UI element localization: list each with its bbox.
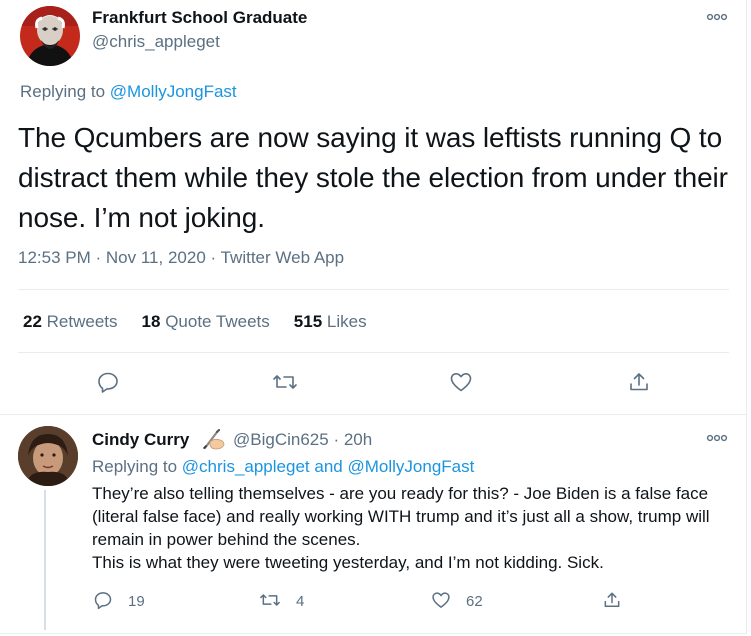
- author-name[interactable]: Frankfurt School Graduate: [92, 8, 307, 28]
- divider: [18, 289, 729, 290]
- tweet-date-link[interactable]: Nov 11, 2020: [106, 248, 206, 267]
- replying-to-prefix: Replying to: [20, 82, 106, 101]
- like-icon: [449, 370, 473, 394]
- more-icon: [706, 434, 728, 442]
- reply-button[interactable]: [95, 369, 121, 395]
- writing-hand-emoji: [202, 428, 226, 455]
- retweet-count: 4: [296, 593, 305, 610]
- reply-meta-separator: ·: [333, 430, 340, 449]
- author-handle[interactable]: @chris_appleget: [92, 32, 220, 52]
- quote-tweets-stat[interactable]: 18 Quote Tweets: [142, 312, 270, 332]
- like-button[interactable]: [448, 369, 474, 395]
- tweet-stats: 22 Retweets 18 Quote Tweets 515 Likes: [23, 312, 367, 332]
- meta-separator: ·: [210, 248, 217, 267]
- reply-author-name[interactable]: Cindy Curry: [92, 430, 189, 450]
- share-icon: [627, 370, 651, 394]
- thread-line: [44, 490, 46, 630]
- reply-retweet-button[interactable]: [258, 589, 282, 611]
- reply-replying-to: Replying to @chris_appleget and @MollyJo…: [92, 457, 474, 477]
- tweet-time-link[interactable]: 12:53 PM: [18, 248, 91, 267]
- retweets-stat[interactable]: 22 Retweets: [23, 312, 118, 332]
- author-avatar[interactable]: [20, 6, 80, 66]
- reply-icon: [93, 590, 113, 610]
- likes-stat[interactable]: 515 Likes: [294, 312, 367, 332]
- reply-like-button[interactable]: [430, 589, 452, 611]
- replying-to-handle-link[interactable]: @MollyJongFast: [110, 82, 237, 101]
- reply-author-avatar[interactable]: [18, 426, 78, 486]
- reply-count: 19: [128, 593, 145, 610]
- reply-share-button[interactable]: [601, 589, 623, 611]
- retweet-icon: [259, 590, 281, 610]
- reply-time-link[interactable]: 20h: [344, 430, 372, 449]
- reply-author-handle: @BigCin625 · 20h: [233, 430, 372, 450]
- reply-icon: [96, 370, 120, 394]
- replying-to-and: and: [314, 457, 343, 476]
- divider: [18, 352, 729, 353]
- tweet-source-link[interactable]: Twitter Web App: [221, 248, 344, 267]
- more-icon: [706, 13, 728, 21]
- tweet-meta: 12:53 PM · Nov 11, 2020 · Twitter Web Ap…: [18, 248, 344, 268]
- replying-to-prefix: Replying to: [92, 457, 178, 476]
- share-icon: [602, 590, 622, 610]
- meta-separator: ·: [95, 248, 102, 267]
- replying-to: Replying to @MollyJongFast: [20, 82, 237, 102]
- reply-text: They’re also telling themselves - are yo…: [92, 484, 710, 572]
- replying-to-handle-link[interactable]: @chris_appleget: [182, 457, 310, 476]
- like-count: 62: [466, 593, 483, 610]
- replying-to-handle-link[interactable]: @MollyJongFast: [347, 457, 474, 476]
- reply-more-options-button[interactable]: [704, 431, 730, 445]
- more-options-button[interactable]: [704, 10, 730, 24]
- retweet-icon: [272, 370, 298, 394]
- reply-reply-button[interactable]: [92, 589, 114, 611]
- like-icon: [431, 590, 451, 610]
- main-tweet: Frankfurt School Graduate @chris_applege…: [0, 0, 747, 414]
- retweet-button[interactable]: [272, 369, 298, 395]
- tweet-text: The Qcumbers are now saying it was lefti…: [18, 122, 728, 233]
- share-button[interactable]: [626, 369, 652, 395]
- reply-handle-link[interactable]: @BigCin625: [233, 430, 329, 449]
